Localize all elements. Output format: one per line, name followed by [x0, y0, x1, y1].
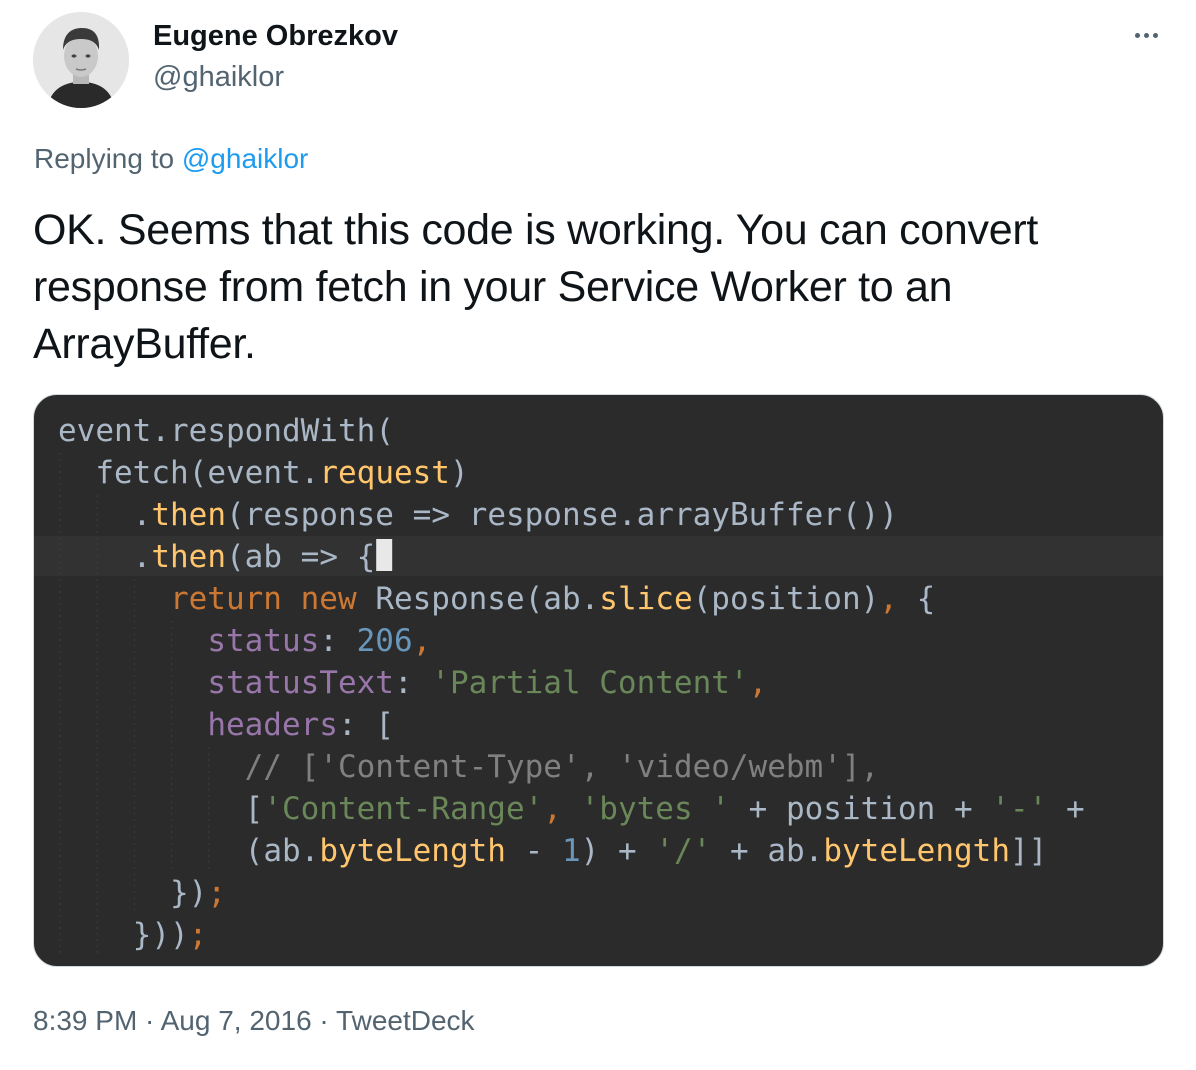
reply-mention-link[interactable]: @ghaiklor [182, 143, 308, 174]
code-line: headers: [ [58, 707, 394, 743]
footer-separator: · [137, 1005, 161, 1036]
text-cursor [376, 539, 393, 571]
code-line: // ['Content-Type', 'video/webm'], [58, 749, 879, 785]
code-line: fetch(event.request) [58, 455, 469, 491]
avatar[interactable] [33, 12, 129, 108]
code-line: })); [58, 917, 207, 953]
avatar-photo [33, 12, 129, 108]
more-horizontal-icon[interactable] [1124, 18, 1168, 52]
code-line: .then(response => response.arrayBuffer()… [58, 497, 898, 533]
tweet-text: OK. Seems that this code is working. You… [33, 206, 1038, 368]
code-line: }); [58, 875, 226, 911]
code-image: event.respondWith( fetch(event.request) … [34, 413, 1163, 955]
tweet-source[interactable]: TweetDeck [336, 1005, 475, 1036]
footer-separator-2: · [311, 1005, 337, 1036]
tweet-time[interactable]: 8:39 PM [33, 1005, 137, 1036]
code-line: status: 206, [58, 623, 431, 659]
code-line: ['Content-Range', 'bytes ' + position + … [58, 791, 1085, 827]
author-handle[interactable]: @ghaiklor [153, 60, 284, 94]
replying-to: Replying to @ghaiklor [34, 142, 308, 176]
replying-to-label: Replying to [34, 143, 182, 174]
code-screenshot[interactable]: event.respondWith( fetch(event.request) … [33, 394, 1164, 967]
code-line: statusText: 'Partial Content', [58, 665, 767, 701]
tweet-footer: 8:39 PM · Aug 7, 2016 · TweetDeck [33, 1004, 475, 1038]
code-line: .then(ab => { [58, 539, 375, 575]
code-line: (ab.byteLength - 1) + '/' + ab.byteLengt… [58, 833, 1047, 869]
author-name[interactable]: Eugene Obrezkov [153, 19, 398, 53]
code-line: return new Response(ab.slice(position), … [58, 581, 935, 617]
tweet-date[interactable]: Aug 7, 2016 [161, 1005, 312, 1036]
code-line: event.respondWith( [58, 413, 394, 449]
